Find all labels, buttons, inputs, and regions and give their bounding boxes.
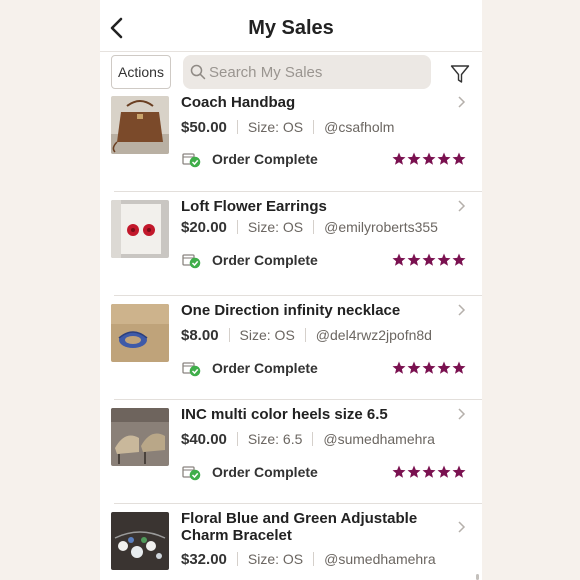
star-icon: [452, 253, 466, 266]
buyer-username: @del4rwz2jpofn8d: [315, 327, 432, 343]
star-icon: [422, 152, 436, 165]
chevron-right-icon: [458, 408, 466, 420]
item-price: $8.00: [181, 326, 219, 344]
status-text: Order Complete: [212, 360, 318, 376]
star-icon: [407, 361, 421, 374]
item-title: Floral Blue and Green Adjustable: [181, 510, 418, 527]
star-icon: [392, 361, 406, 374]
sale-item[interactable]: Loft Flower Earrings $20.00 Size: OS @em…: [100, 192, 482, 296]
item-price: $20.00: [181, 218, 227, 236]
buyer-username: @csafholm: [324, 119, 395, 135]
divider: [236, 552, 238, 566]
star-icon: [437, 253, 451, 266]
actions-button[interactable]: Actions: [111, 55, 171, 89]
divider: [304, 328, 306, 342]
item-size: Size: OS: [247, 219, 304, 235]
item-price: $40.00: [181, 430, 227, 448]
item-size: Size: OS: [239, 327, 295, 343]
star-icon: [407, 152, 421, 165]
star-icon: [437, 361, 451, 374]
rating-stars: [392, 361, 467, 375]
order-status: Order Complete: [182, 462, 318, 482]
item-price: $50.00: [181, 118, 227, 136]
buyer-username: @sumedhamehra: [324, 551, 436, 567]
order-status: Order Complete: [182, 149, 318, 169]
status-text: Order Complete: [212, 464, 318, 480]
item-thumbnail: [111, 200, 169, 258]
divider: [313, 220, 315, 234]
order-complete-icon: [182, 465, 201, 480]
star-icon: [422, 253, 436, 266]
divider: [236, 432, 238, 446]
rating-stars: [392, 253, 467, 267]
sale-item[interactable]: One Direction infinity necklace $8.00 Si…: [100, 296, 482, 400]
item-meta: $40.00 Size: 6.5 @sumedhamehra: [181, 429, 435, 449]
item-size: Size: OS: [247, 551, 304, 567]
chevron-right-icon: [458, 304, 466, 316]
order-complete-icon: [182, 253, 201, 268]
page-title: My Sales: [248, 17, 334, 39]
item-meta: $50.00 Size: OS @csafholm: [181, 117, 394, 137]
divider: [236, 220, 238, 234]
star-icon: [437, 465, 451, 478]
divider: [312, 432, 314, 446]
star-icon: [407, 253, 421, 266]
item-thumbnail: [111, 512, 169, 570]
item-thumbnail: [111, 408, 169, 466]
order-complete-icon: [182, 152, 201, 167]
star-icon: [422, 361, 436, 374]
star-icon: [392, 465, 406, 478]
item-meta: $32.00 Size: OS @sumedhamehra: [181, 549, 436, 569]
divider: [236, 120, 238, 134]
app-screen: My Sales Actions Coach Handbag: [100, 0, 482, 580]
order-complete-icon: [182, 361, 201, 376]
item-price: $32.00: [181, 550, 227, 568]
sales-list: Coach Handbag $50.00 Size: OS @csafholm …: [100, 96, 482, 580]
rating-stars: [392, 152, 467, 166]
item-thumbnail: [111, 304, 169, 362]
search-box[interactable]: [183, 55, 431, 89]
sale-item[interactable]: Floral Blue and Green Adjustable Charm B…: [100, 504, 482, 580]
buyer-username: @emilyroberts355: [324, 219, 438, 235]
sale-item[interactable]: Coach Handbag $50.00 Size: OS @csafholm …: [100, 96, 482, 192]
item-title: Coach Handbag: [181, 96, 296, 111]
sale-item[interactable]: INC multi color heels size 6.5 $40.00 Si…: [100, 400, 482, 504]
divider: [228, 328, 230, 342]
star-icon: [407, 465, 421, 478]
item-thumbnail: [111, 96, 169, 154]
item-size: Size: 6.5: [247, 431, 303, 447]
toolbar: Actions: [100, 52, 482, 96]
star-icon: [452, 361, 466, 374]
star-icon: [392, 152, 406, 165]
divider: [313, 120, 315, 134]
chevron-right-icon: [458, 96, 466, 108]
item-meta: $8.00 Size: OS @del4rwz2jpofn8d: [181, 325, 432, 345]
status-text: Order Complete: [212, 151, 318, 167]
rating-stars: [392, 465, 467, 479]
order-status: Order Complete: [182, 358, 318, 378]
buyer-username: @sumedhamehra: [323, 431, 435, 447]
filter-icon[interactable]: [450, 64, 470, 84]
star-icon: [437, 152, 451, 165]
status-text: Order Complete: [212, 252, 318, 268]
item-title: One Direction infinity necklace: [181, 302, 401, 319]
divider: [313, 552, 315, 566]
scrollbar[interactable]: [476, 574, 479, 580]
item-title-line2: Charm Bracelet: [181, 527, 292, 544]
star-icon: [452, 465, 466, 478]
search-input[interactable]: [209, 55, 425, 89]
chevron-right-icon: [458, 200, 466, 212]
star-icon: [452, 152, 466, 165]
chevron-right-icon: [458, 521, 466, 533]
star-icon: [422, 465, 436, 478]
order-status: Order Complete: [182, 250, 318, 270]
item-meta: $20.00 Size: OS @emilyroberts355: [181, 217, 438, 237]
item-title: Loft Flower Earrings: [181, 198, 327, 215]
top-bar: My Sales: [100, 0, 482, 52]
search-icon: [190, 64, 206, 80]
item-size: Size: OS: [247, 119, 304, 135]
item-title: INC multi color heels size 6.5: [181, 406, 388, 423]
star-icon: [392, 253, 406, 266]
